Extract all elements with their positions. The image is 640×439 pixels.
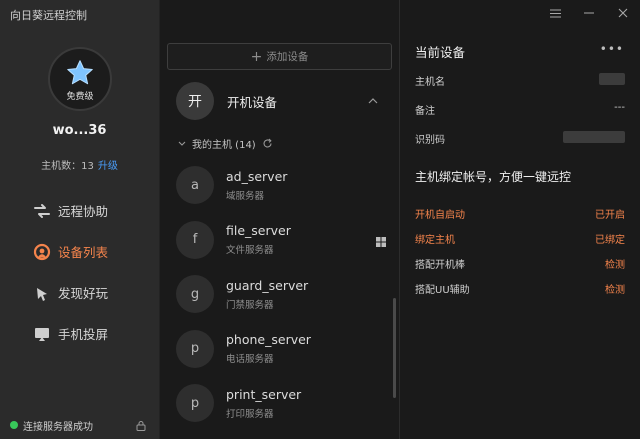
minimize-button[interactable] [572, 0, 606, 26]
status-row-bind-host[interactable]: 绑定主机 已绑定 [415, 231, 625, 246]
plus-icon: + [250, 48, 263, 65]
device-detail-panel: 当前设备 ••• 主机名 备注 --- 识别码 主机绑定帐号，方便一键远控 开机… [400, 0, 640, 439]
sidebar-item-label: 手机投屏 [58, 327, 109, 342]
status-label: 绑定主机 [415, 235, 455, 246]
host-count: 主机数：13 升级 [0, 157, 159, 172]
device-desc: 文件服务器 [226, 245, 274, 257]
username: wo...36 [52, 123, 107, 138]
device-list-panel: + 添加设备 开 开机设备 我的主机 (14) a ad_server 域服务器… [160, 0, 400, 439]
info-label: 识别码 [415, 135, 445, 146]
info-label: 主机名 [415, 77, 445, 88]
remote-assist-icon [34, 203, 50, 218]
menu-button[interactable] [538, 0, 572, 26]
window-controls [538, 0, 640, 26]
more-icon[interactable]: ••• [600, 42, 624, 56]
device-list-icon [33, 243, 51, 260]
info-label: 备注 [415, 106, 435, 117]
star-icon [67, 60, 93, 85]
identification-row: 识别码 [415, 131, 625, 146]
device-name: guard_server [226, 277, 309, 293]
device-avatar: a [176, 166, 214, 205]
device-avatar: p [176, 384, 214, 423]
device-desc: 电话服务器 [226, 354, 274, 366]
host-count-label: 主机数：13 [41, 161, 94, 172]
status-text: 连接服务器成功 [23, 421, 93, 433]
chevron-down-icon [178, 141, 186, 146]
subgroup-label: 我的主机 (14) [192, 140, 256, 151]
subgroup-header[interactable]: 我的主机 (14) [178, 136, 273, 151]
bind-hint: 主机绑定帐号，方便一键远控 [415, 170, 572, 184]
online-dot-icon [10, 421, 18, 429]
close-button[interactable] [606, 0, 640, 26]
status-value: 已绑定 [595, 235, 625, 246]
sidebar-item-label: 发现好玩 [58, 286, 109, 301]
device-name: file_server [226, 223, 291, 239]
sidebar-item-device-list[interactable]: 设备列表 [0, 231, 160, 272]
menu-icon [549, 9, 561, 17]
device-name: phone_server [226, 332, 311, 348]
detect-link[interactable]: 检测 [605, 281, 625, 296]
remark-value: --- [614, 102, 625, 113]
lock-icon[interactable] [136, 420, 146, 431]
device-desc: 域服务器 [226, 190, 265, 202]
list-item[interactable]: f file_server 文件服务器 [176, 213, 392, 268]
identification-value [563, 131, 625, 143]
sidebar: 向日葵远程控制 免费级 wo...36 主机数：13 升级 远程协助 设备列表 [0, 0, 160, 439]
connection-status: 连接服务器成功 [0, 411, 160, 439]
group-header[interactable]: 开 开机设备 [176, 81, 386, 121]
sidebar-item-label: 远程协助 [58, 204, 109, 219]
refresh-icon[interactable] [262, 138, 273, 149]
screen-mirror-icon [35, 327, 49, 341]
level-badge: 免费级 [66, 92, 94, 102]
list-item[interactable]: a ad_server 域服务器 [176, 158, 392, 213]
hostname-value [599, 73, 625, 85]
add-device-button[interactable]: + 添加设备 [167, 43, 392, 70]
device-avatar: p [176, 329, 214, 368]
device-name: print_server [226, 386, 302, 402]
status-label: 开机自启动 [415, 210, 465, 221]
hostname-row: 主机名 [415, 73, 625, 88]
minimize-icon [584, 12, 594, 14]
close-icon [618, 8, 628, 18]
chevron-up-icon[interactable] [368, 98, 378, 104]
avatar[interactable]: 免费级 [48, 47, 112, 111]
windows-icon [376, 236, 386, 247]
device-desc: 门禁服务器 [226, 299, 274, 311]
list-item[interactable]: p phone_server 电话服务器 [176, 322, 392, 377]
list-item[interactable]: p print_server 打印服务器 [176, 376, 392, 431]
list-item[interactable]: g guard_server 门禁服务器 [176, 267, 392, 322]
upgrade-link[interactable]: 升级 [98, 161, 118, 172]
device-desc: 打印服务器 [226, 408, 274, 420]
status-label: 搭配UU辅助 [415, 285, 470, 296]
detect-link[interactable]: 检测 [605, 256, 625, 271]
add-device-label: 添加设备 [266, 51, 309, 63]
device-avatar: g [176, 275, 214, 314]
status-row-autostart[interactable]: 开机自启动 已开启 [415, 206, 625, 221]
sidebar-nav: 远程协助 设备列表 发现好玩 手机投屏 [0, 190, 160, 354]
status-label: 搭配开机棒 [415, 260, 465, 271]
group-title: 开机设备 [227, 94, 278, 110]
device-list: a ad_server 域服务器 f file_server 文件服务器 g g… [176, 158, 392, 431]
status-row-uu-assist[interactable]: 搭配UU辅助 检测 [415, 281, 625, 296]
scrollbar[interactable] [393, 298, 396, 398]
app-title: 向日葵远程控制 [10, 9, 87, 22]
device-avatar: f [176, 220, 214, 259]
group-avatar: 开 [176, 82, 214, 120]
sidebar-item-remote-assist[interactable]: 远程协助 [0, 190, 160, 231]
status-value: 已开启 [595, 210, 625, 221]
discover-icon [37, 287, 47, 301]
remark-row: 备注 --- [415, 102, 625, 117]
device-name: ad_server [226, 168, 288, 184]
panel-title: 当前设备 [415, 45, 466, 60]
sidebar-item-label: 设备列表 [58, 245, 109, 260]
status-row-power-stick[interactable]: 搭配开机棒 检测 [415, 256, 625, 271]
sidebar-item-discover[interactable]: 发现好玩 [0, 272, 160, 313]
sidebar-item-screen-mirror[interactable]: 手机投屏 [0, 313, 160, 354]
